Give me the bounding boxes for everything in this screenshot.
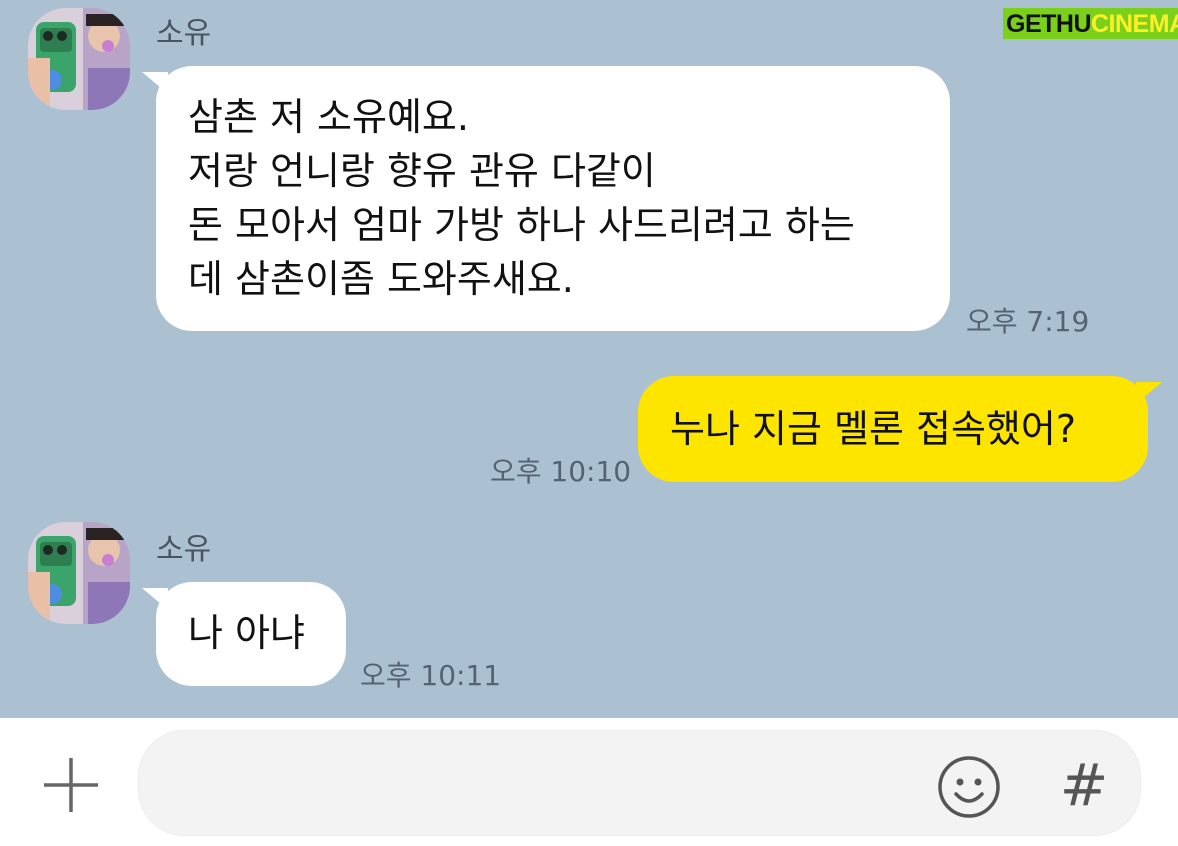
message-bubble-received[interactable]: 나 아냐 [142,582,346,686]
avatar[interactable] [28,8,130,110]
message-time: 오후 7:19 [966,305,1090,338]
emoji-smile-icon [938,756,1000,818]
attach-button[interactable] [38,752,104,818]
chat-area[interactable]: GETHUCINEMA 소유 삼촌 저 소유예요. 저랑 언니랑 향유 관유 다… [0,0,1178,718]
avatar[interactable] [28,522,130,624]
plus-icon [44,758,98,812]
hashtag-button[interactable]: # [1056,748,1112,822]
hashtag-icon: # [1059,751,1109,819]
watermark-cinema: CINEMA [1091,9,1178,38]
watermark-logo: GETHUCINEMA [1003,4,1178,42]
sender-name: 소유 [156,16,212,51]
profile-photo [28,8,130,110]
emoji-button[interactable] [936,754,1002,820]
message-time: 오후 10:10 [490,455,632,488]
sender-name: 소유 [156,532,212,567]
message-bubble-received[interactable]: 삼촌 저 소유예요. 저랑 언니랑 향유 관유 다같이 돈 모아서 엄마 가방 … [142,66,950,331]
watermark-gethu: GETHU [1006,9,1092,38]
message-time: 오후 10:11 [360,659,502,692]
message-bubble-sent[interactable]: 누나 지금 멜론 접속했어? [638,376,1162,482]
profile-photo [28,522,130,624]
